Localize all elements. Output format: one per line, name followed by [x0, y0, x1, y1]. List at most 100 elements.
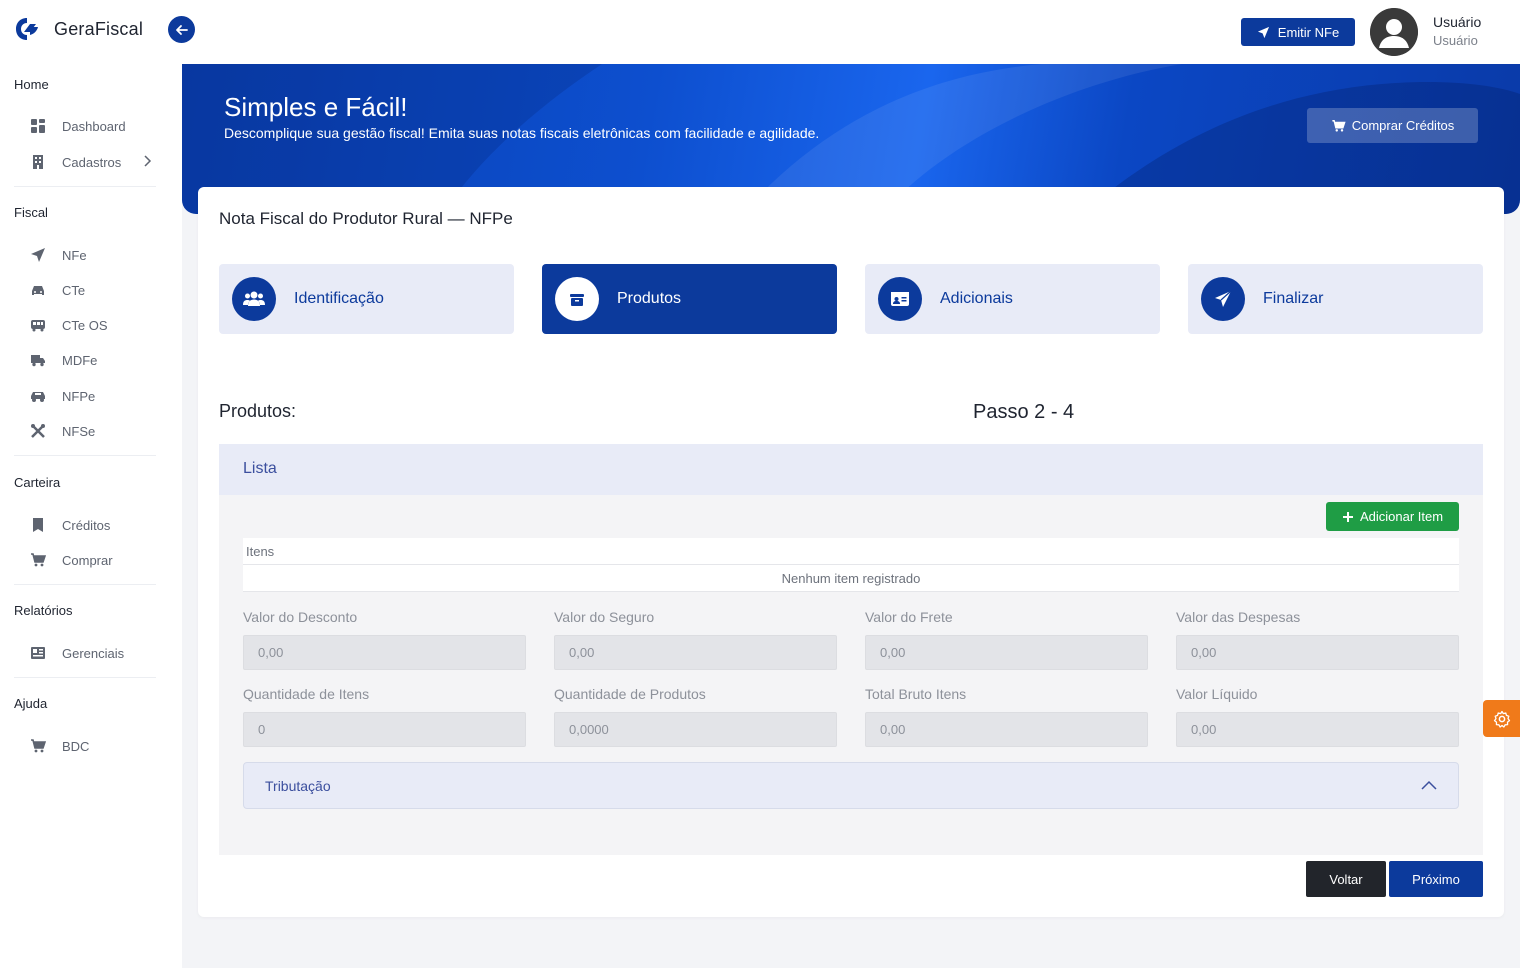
sidebar-section-carteira: Carteira [14, 475, 61, 490]
sidebar-item-creditos[interactable]: Créditos [30, 515, 160, 535]
valor-desconto-input[interactable]: 0,00 [243, 635, 526, 670]
sidebar-item-label: Cadastros [62, 154, 122, 170]
add-item-label: Adicionar Item [1359, 509, 1444, 524]
field-label: Valor do Desconto [243, 609, 358, 625]
lista-header: Lista [219, 444, 1483, 495]
car-icon [30, 282, 46, 298]
total-bruto-itens-input[interactable]: 0,00 [865, 712, 1148, 747]
dashboard-icon [30, 118, 46, 134]
valor-frete-input[interactable]: 0,00 [865, 635, 1148, 670]
sidebar-item-nfse[interactable]: NFSe [30, 421, 160, 441]
gear-icon [1493, 710, 1510, 728]
next-button[interactable]: Próximo [1389, 861, 1483, 897]
table-empty-message: Nenhum item registrado [243, 565, 1459, 592]
sidebar-item-label: BDC [62, 738, 90, 754]
user-role: Usuário [1433, 33, 1478, 48]
sidebar-item-dashboard[interactable]: Dashboard [30, 116, 160, 136]
sidebar-item-label: Créditos [62, 517, 111, 533]
cart-icon [1332, 119, 1346, 132]
brand[interactable]: GeraFiscal [14, 16, 143, 42]
back-button[interactable]: Voltar [1306, 861, 1386, 897]
sidebar-item-cte[interactable]: CTe [30, 280, 160, 300]
step-produtos[interactable]: Produtos [542, 264, 837, 334]
report-icon [30, 645, 46, 661]
step-label: Identificação [294, 290, 384, 307]
sidebar-item-nfe[interactable]: NFe [30, 245, 160, 265]
sidebar-item-label: Dashboard [62, 118, 126, 134]
settings-button[interactable] [1483, 700, 1520, 737]
buy-credits-button[interactable]: Comprar Créditos [1307, 108, 1478, 143]
cart-icon [30, 552, 46, 568]
valor-despesas-input[interactable]: 0,00 [1176, 635, 1459, 670]
quantidade-produtos-input[interactable]: 0,0000 [554, 712, 837, 747]
bookmark-icon [30, 517, 46, 533]
id-card-icon [878, 277, 922, 321]
sidebar: Home Dashboard Cadastros Fiscal NFe CTe … [0, 64, 182, 968]
sidebar-section-ajuda: Ajuda [14, 696, 48, 711]
section-title: Produtos: [219, 401, 297, 421]
sidebar-divider [14, 584, 156, 585]
field-label: Valor Líquido [1176, 686, 1258, 702]
sidebar-item-nfpe[interactable]: NFPe [30, 386, 160, 406]
field-label: Valor do Frete [865, 609, 953, 625]
field-label: Total Bruto Itens [865, 686, 967, 702]
sidebar-item-label: Gerenciais [62, 645, 125, 661]
lista-title: Lista [243, 460, 277, 477]
sidebar-divider [14, 677, 156, 678]
sidebar-item-mdfe[interactable]: MDFe [30, 350, 160, 370]
user-name[interactable]: Usuário [1433, 14, 1481, 30]
chevron-up-icon [1421, 780, 1437, 790]
send-icon [1201, 277, 1245, 321]
sidebar-item-label: NFPe [62, 388, 96, 404]
gerafiscal-logo-icon [16, 18, 38, 40]
sidebar-item-label: CTe [62, 282, 86, 298]
step-label: Adicionais [940, 290, 1013, 307]
field-label: Valor do Seguro [554, 609, 655, 625]
sidebar-item-label: Comprar [62, 552, 113, 568]
sidebar-item-gerenciais[interactable]: Gerenciais [30, 643, 160, 663]
buy-credits-label: Comprar Créditos [1351, 118, 1455, 133]
quantidade-itens-input[interactable]: 0 [243, 712, 526, 747]
sidebar-item-label: MDFe [62, 352, 98, 368]
step-identificacao[interactable]: Identificação [219, 264, 514, 334]
add-item-button[interactable]: Adicionar Item [1326, 502, 1459, 531]
step-adicionais[interactable]: Adicionais [865, 264, 1160, 334]
hero-subtitle: Descomplique sua gestão fiscal! Emita su… [224, 125, 820, 141]
sidebar-item-cte-os[interactable]: CTe OS [30, 315, 160, 335]
valor-seguro-input[interactable]: 0,00 [554, 635, 837, 670]
tributacao-accordion[interactable]: Tributação [243, 762, 1459, 809]
sidebar-section-fiscal: Fiscal [14, 205, 48, 220]
send-icon [30, 247, 46, 263]
chevron-right-icon [142, 154, 152, 170]
sidebar-item-comprar[interactable]: Comprar [30, 550, 160, 570]
field-label: Quantidade de Produtos [554, 686, 706, 702]
sidebar-section-relatorios: Relatórios [14, 603, 73, 618]
cart-icon [30, 738, 46, 754]
avatar[interactable] [1370, 8, 1418, 56]
tools-icon [30, 423, 46, 439]
emit-nfe-button[interactable]: Emitir NFe [1241, 18, 1355, 46]
step-counter: Passo 2 - 4 [973, 401, 1075, 423]
sidebar-item-cadastros[interactable]: Cadastros [30, 152, 160, 172]
hero-title: Simples e Fácil! [224, 92, 408, 122]
sidebar-item-bdc[interactable]: BDC [30, 736, 160, 756]
box-icon [555, 277, 599, 321]
tributacao-title: Tributação [265, 778, 331, 794]
step-label: Produtos [617, 290, 682, 307]
tractor-icon [30, 388, 46, 404]
page-title: Nota Fiscal do Produtor Rural — NFPe [219, 209, 513, 228]
emit-nfe-label: Emitir NFe [1277, 24, 1340, 40]
items-table: Itens Nenhum item registrado [243, 538, 1459, 592]
send-icon [1257, 26, 1269, 38]
building-icon [30, 154, 46, 170]
top-bar: GeraFiscal Emitir NFe Usuário Usuário [0, 0, 1520, 64]
users-icon [232, 277, 276, 321]
sidebar-item-label: NFSe [62, 423, 96, 439]
step-finalizar[interactable]: Finalizar [1188, 264, 1483, 334]
lista-panel: Lista Adicionar Item Itens Nenhum item r… [219, 444, 1483, 855]
collapse-sidebar-button[interactable] [168, 16, 195, 43]
sidebar-divider [14, 455, 156, 456]
sidebar-item-label: NFe [62, 247, 87, 263]
valor-liquido-input[interactable]: 0,00 [1176, 712, 1459, 747]
arrow-left-icon [175, 24, 188, 35]
